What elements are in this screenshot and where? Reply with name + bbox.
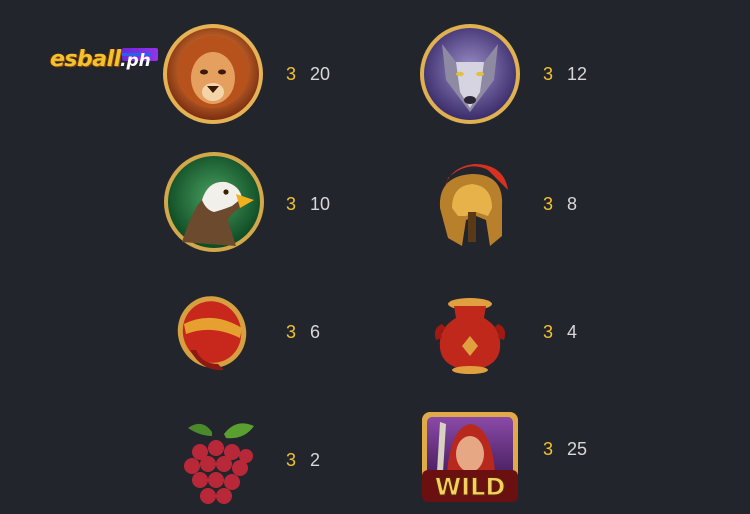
payout-value: 25 <box>567 438 588 459</box>
wild-icon: WILD <box>422 412 518 502</box>
payout-value: 12 <box>567 63 588 84</box>
vase-icon <box>434 298 506 374</box>
payout-value: 8 <box>567 193 578 214</box>
payout-count: 3 <box>286 193 297 214</box>
wolf-icon <box>420 24 520 124</box>
payout-count: 3 <box>286 449 297 470</box>
esball-logo: esball .ph <box>50 44 158 74</box>
eagle-icon <box>164 152 264 252</box>
payout-grapes: 3 2 <box>286 448 320 472</box>
wild-label: WILD <box>435 473 506 501</box>
payout-count: 3 <box>286 321 297 342</box>
payout-value: 2 <box>310 449 321 470</box>
payout-wild: 3 25 <box>543 437 587 461</box>
payout-eagle: 3 10 <box>286 192 330 216</box>
payout-count: 3 <box>286 63 297 84</box>
lion-icon <box>163 24 263 124</box>
payout-count: 3 <box>543 63 554 84</box>
payout-count: 3 <box>543 193 554 214</box>
shield-icon <box>177 296 247 371</box>
payout-value: 20 <box>310 63 331 84</box>
payout-wolf: 3 12 <box>543 62 587 86</box>
grapes-icon <box>184 423 254 504</box>
payout-shield: 3 6 <box>286 320 320 344</box>
payout-count: 3 <box>543 321 554 342</box>
payout-value: 4 <box>567 321 578 342</box>
logo-suffix-text: .ph <box>120 51 151 71</box>
payout-lion: 3 20 <box>286 62 330 86</box>
logo-brand-text: esball <box>50 46 121 72</box>
payout-value: 6 <box>310 321 321 342</box>
payout-helmet: 3 8 <box>543 192 577 216</box>
payout-vase: 3 4 <box>543 320 577 344</box>
helmet-icon <box>439 164 508 246</box>
payout-count: 3 <box>543 438 554 459</box>
payout-value: 10 <box>310 193 331 214</box>
